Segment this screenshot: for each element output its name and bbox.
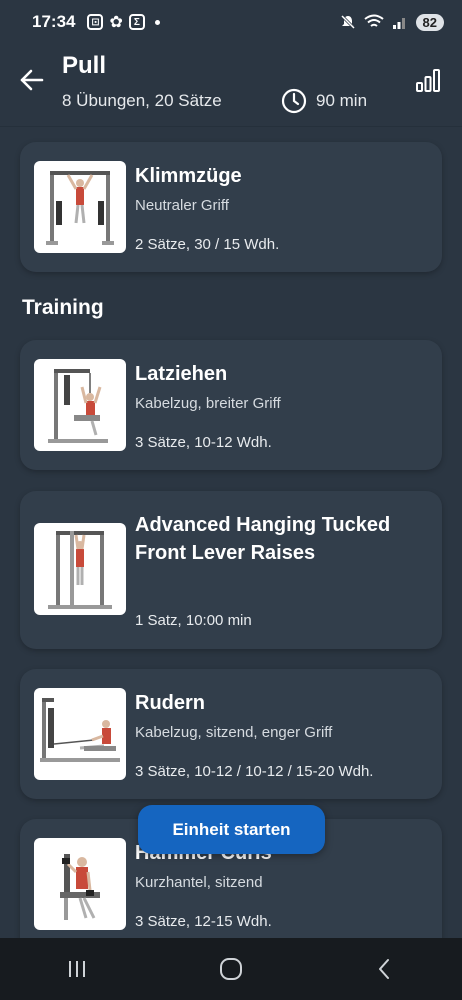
page-title: Pull xyxy=(62,52,107,79)
sigma-icon: Σ xyxy=(128,14,145,30)
exercise-title: Klimmzüge xyxy=(135,165,242,187)
wifi-icon xyxy=(363,14,384,27)
exercise-subtitle: Kabelzug, sitzend, enger Griff xyxy=(135,724,333,741)
hammer-curl-exercise-image xyxy=(34,838,126,930)
home-button[interactable] xyxy=(201,949,261,989)
signal-icon xyxy=(392,18,405,29)
system-navigation-bar xyxy=(0,938,462,1000)
app-header: Pull 8 Übungen, 20 Sätze 90 min xyxy=(0,44,462,126)
bar-chart-icon[interactable] xyxy=(414,66,442,94)
lat-pulldown-exercise-image xyxy=(34,359,126,451)
system-back-button[interactable] xyxy=(355,949,415,989)
exercise-subtitle: Neutraler Griff xyxy=(135,197,229,214)
exercise-title: Rudern xyxy=(135,692,205,714)
home-icon xyxy=(220,958,242,980)
back-arrow-icon[interactable] xyxy=(18,66,46,94)
status-time: 17:34 xyxy=(32,12,76,31)
chevron-left-icon xyxy=(379,959,389,979)
exercise-card-front-lever[interactable]: Advanced Hanging Tucked Front Lever Rais… xyxy=(20,491,442,649)
app-screen: 17:34 ⊡ ✿ Σ 82 Pull 8 Übungen, 20 Sätze … xyxy=(0,0,462,1000)
openai-icon: ✿ xyxy=(109,14,123,31)
workout-duration: 90 min xyxy=(316,91,368,110)
exercise-subtitle: Kabelzug, breiter Griff xyxy=(135,395,281,412)
exercise-sets: 3 Sätze, 10-12 Wdh. xyxy=(135,434,272,451)
exercise-card-latziehen[interactable]: Latziehen Kabelzug, breiter Griff 3 Sätz… xyxy=(20,340,442,470)
start-workout-button[interactable]: Einheit starten xyxy=(138,805,325,854)
pullup-exercise-image xyxy=(34,161,126,253)
status-bar: 17:34 ⊡ ✿ Σ 82 xyxy=(0,0,462,44)
recent-apps-button[interactable] xyxy=(47,949,107,989)
exercise-card-klimmzuege[interactable]: Klimmzüge Neutraler Griff 2 Sätze, 30 / … xyxy=(20,142,442,272)
exercise-sets: 2 Sätze, 30 / 15 Wdh. xyxy=(135,236,280,253)
exercise-sets: 3 Sätze, 10-12 / 10-12 / 15-20 Wdh. xyxy=(135,763,374,780)
screen-record-icon: ⊡ xyxy=(87,14,104,30)
workout-summary: 8 Übungen, 20 Sätze xyxy=(62,91,222,110)
mute-icon xyxy=(340,14,355,30)
exercise-title: Latziehen xyxy=(135,363,228,385)
seated-row-exercise-image xyxy=(34,688,126,780)
exercise-subtitle: Kurzhantel, sitzend xyxy=(135,874,263,891)
front-lever-exercise-image xyxy=(34,523,126,615)
battery-indicator: 82 xyxy=(415,13,444,31)
exercise-sets: 1 Satz, 10:00 min xyxy=(135,612,252,629)
notification-dot-icon xyxy=(154,19,160,25)
exercise-card-rudern[interactable]: Rudern Kabelzug, sitzend, enger Griff 3 … xyxy=(20,669,442,799)
exercise-sets: 3 Sätze, 12-15 Wdh. xyxy=(135,913,272,930)
recent-apps-icon xyxy=(69,961,85,977)
exercise-title: Advanced Hanging Tucked Front Lever Rais… xyxy=(135,514,391,564)
clock-icon xyxy=(281,88,307,114)
section-title: Training xyxy=(22,296,104,319)
